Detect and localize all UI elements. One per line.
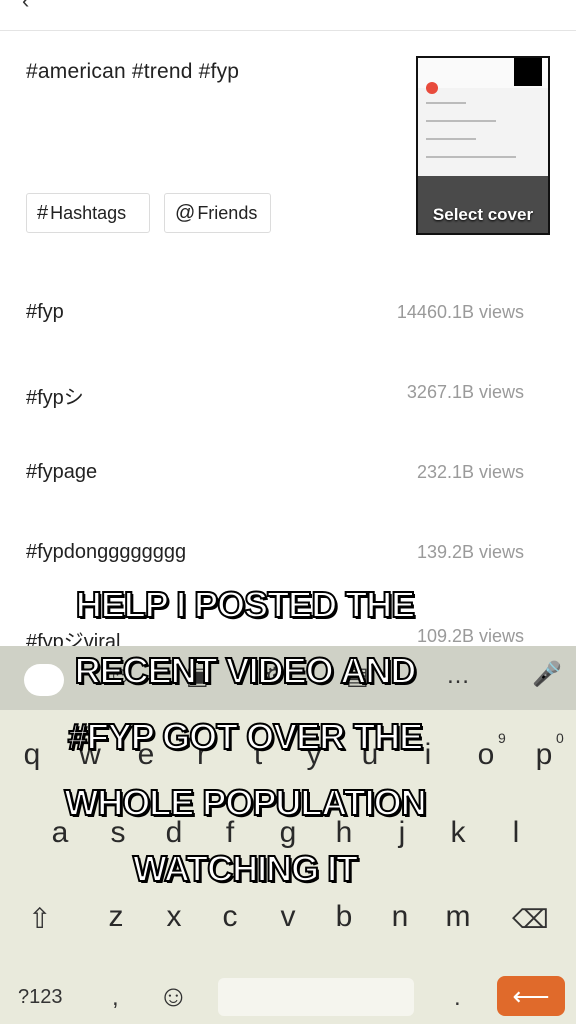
key-v[interactable]: v	[268, 900, 308, 934]
key-p-hint: 0	[556, 730, 564, 746]
key-c[interactable]: c	[210, 900, 250, 934]
backspace-icon[interactable]: ⌫	[512, 904, 549, 935]
cover-mini-row	[426, 120, 496, 122]
cover-mini-dot	[426, 82, 438, 94]
overlay-line: RECENT VIDEO AND	[74, 649, 418, 692]
hashtag-name: #fypシ	[26, 387, 84, 409]
hash-icon: #	[37, 201, 49, 224]
at-icon: @	[175, 201, 196, 224]
hashtag-name: #fypdongggggggg	[26, 541, 187, 563]
hashtag-views: 232.1B views	[416, 462, 524, 482]
hashtags-label: Hashtags	[50, 202, 127, 223]
overlay-line: WATCHING IT	[132, 847, 359, 890]
cover-mini-block	[514, 58, 542, 86]
period-key[interactable]: .	[454, 984, 461, 1012]
space-bar[interactable]	[218, 978, 414, 1016]
key-b[interactable]: b	[324, 900, 364, 934]
emoji-icon[interactable]: ☺	[158, 980, 189, 1014]
shift-icon[interactable]: ⇧	[28, 902, 51, 935]
hashtag-views: 14460.1B views	[396, 302, 524, 322]
overlay-line: #FYP GOT OVER THE	[67, 715, 424, 758]
meme-caption-overlay: HELP I POSTED THE RECENT VIDEO AND #FYP …	[10, 572, 480, 902]
hashtag-suggestion-row[interactable]: #fyp 14460.1B views	[0, 293, 576, 333]
hashtag-views: 3267.1B views	[406, 382, 524, 402]
top-bar: ‹	[0, 0, 576, 31]
hashtag-suggestion-row[interactable]: #fypdongggggggg 139.2B views	[0, 533, 576, 573]
friends-button[interactable]: @ Friends	[164, 193, 271, 233]
hashtag-name: #fyp	[26, 301, 64, 323]
key-n[interactable]: n	[380, 900, 420, 934]
enter-icon[interactable]: ⟵	[497, 976, 565, 1016]
cover-mini-row	[426, 156, 516, 158]
overlay-line: HELP I POSTED THE	[75, 583, 416, 626]
hashtag-name: #fypage	[26, 461, 98, 483]
hashtag-suggestion-row[interactable]: #fypシ 3267.1B views	[0, 373, 576, 413]
comma-key[interactable]: ,	[112, 984, 119, 1012]
hashtags-button[interactable]: # Hashtags	[26, 193, 150, 233]
back-arrow-icon[interactable]: ‹	[22, 0, 29, 14]
key-o-hint: 9	[498, 730, 506, 746]
key-l[interactable]: l	[496, 816, 536, 850]
cover-mini-row	[426, 138, 476, 140]
mic-icon[interactable]: 🎤	[532, 660, 562, 689]
hashtag-suggestion-row[interactable]: #fypage 232.1B views	[0, 453, 576, 493]
cover-mini-row	[426, 102, 466, 104]
overlay-line: WHOLE POPULATION	[63, 781, 427, 824]
key-m[interactable]: m	[438, 900, 478, 934]
cover-thumbnail[interactable]: Select cover	[416, 56, 550, 235]
symbols-key[interactable]: ?123	[18, 986, 63, 1009]
friends-label: Friends	[197, 202, 258, 223]
select-cover-label[interactable]: Select cover	[418, 205, 548, 225]
key-z[interactable]: z	[96, 900, 136, 934]
caption-text[interactable]: #american #trend #fyp	[26, 60, 239, 84]
key-x[interactable]: x	[154, 900, 194, 934]
hashtag-views: 139.2B views	[416, 542, 524, 562]
